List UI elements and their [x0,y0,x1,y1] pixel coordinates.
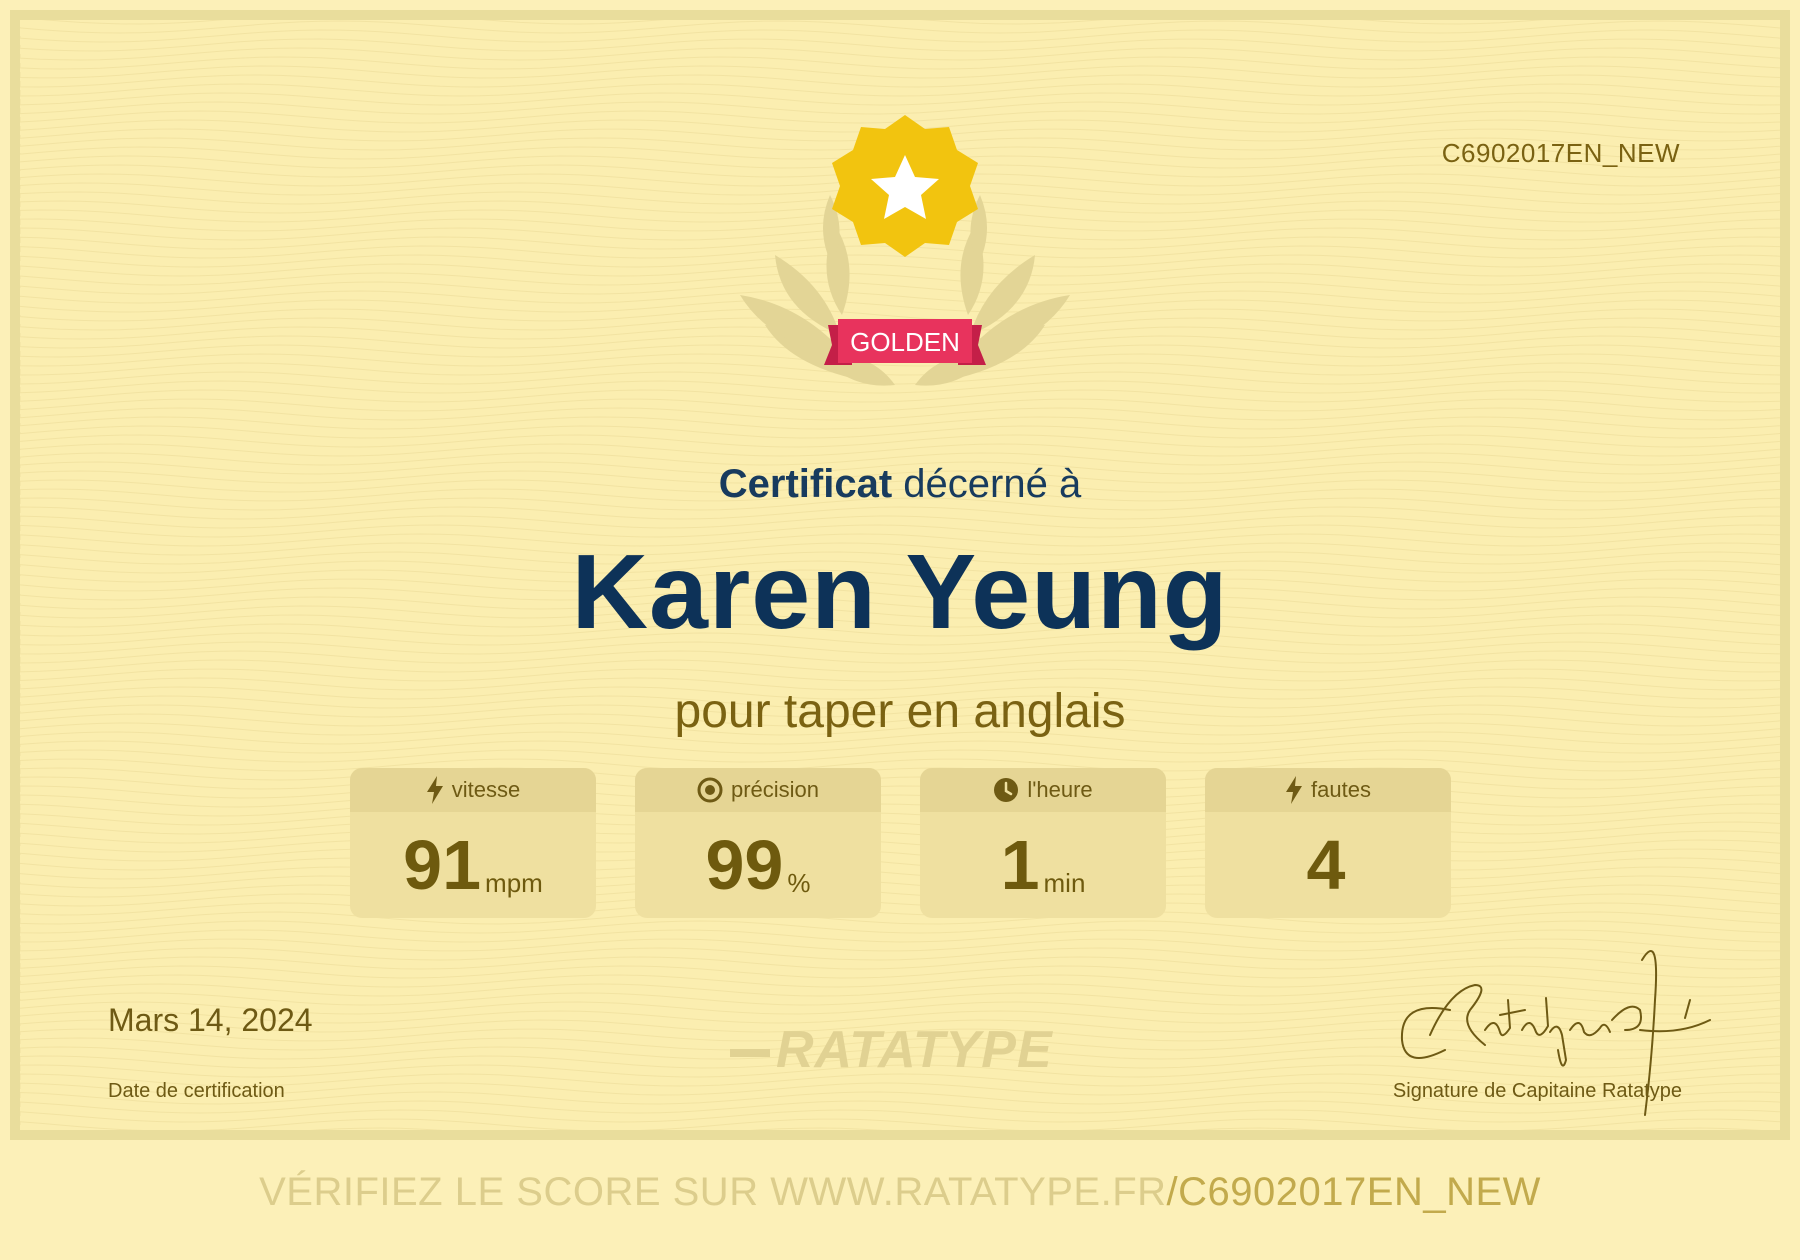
certification-date: Mars 14, 2024 [108,1002,313,1038]
stat-card-speed: vitesse 91 mpm [350,768,596,918]
stat-card-errors: fautes 4 [1205,768,1451,918]
lightning-icon [426,776,443,804]
clock-icon [994,778,1019,802]
verify-code: /C6902017EN_NEW [1166,1170,1541,1214]
stat-card-time: l'heure 1 min [920,768,1166,918]
logo-dash [730,1049,770,1058]
stat-value: 91 [403,826,482,904]
stat-value: 99 [705,826,784,904]
recipient-name: Karen Yeung [571,533,1229,651]
stat-unit: min [1043,868,1086,898]
stat-label: vitesse [451,777,521,802]
verify-score-line: VÉRIFIEZ LE SCORE SUR WWW.RATATYPE.FR/C6… [0,1170,1800,1215]
badge-label: GOLDEN [850,327,960,357]
stat-value: 1 [1000,826,1040,904]
stat-label: fautes [1311,777,1371,802]
logo-text: RATATYPE [776,1021,1053,1079]
verify-prefix: VÉRIFIEZ LE SCORE SUR WWW.RATATYPE.FR [259,1170,1167,1214]
stat-label: l'heure [1027,777,1093,802]
certificate-purpose: pour taper en anglais [674,685,1126,738]
lightning-icon [1286,776,1303,804]
stat-unit: mpm [485,868,543,898]
ratatype-logo: RATATYPE [730,1020,1053,1080]
stat-card-accuracy: précision 99 % [635,768,881,918]
heading-bold: Certificat [718,462,893,506]
star-seal-icon [832,115,978,257]
stat-label: précision [730,777,820,802]
award-emblem: GOLDEN [740,115,1070,386]
target-icon [697,777,723,803]
stat-value: 4 [1306,826,1346,904]
certification-date-label: Date de certification [108,1080,285,1102]
stat-unit: % [787,868,811,898]
signature-label: Signature de Capitaine Ratatype [1392,1080,1682,1102]
certificate-frame: C6902017EN_NEW GOLDEN Certificat décerné… [10,10,1790,1140]
certificate-heading: Certificat décerné à [20,462,1780,507]
certificate-id: C6902017EN_NEW [1441,138,1680,168]
heading-rest: décerné à [903,462,1082,506]
